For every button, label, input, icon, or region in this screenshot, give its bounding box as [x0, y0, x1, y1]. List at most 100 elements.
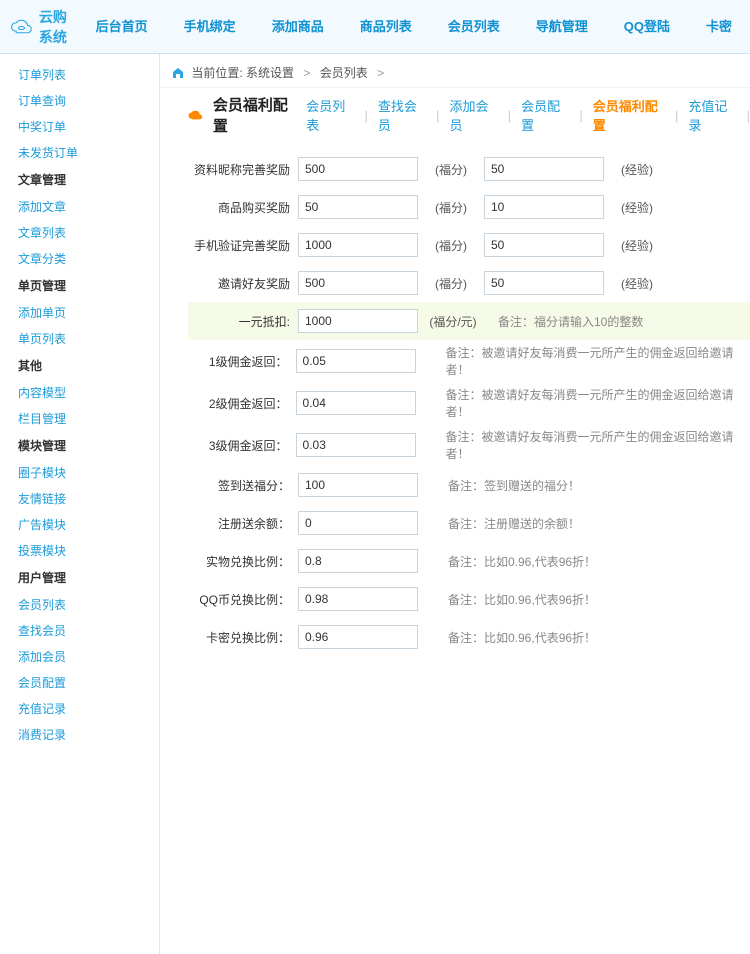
sidebar-item[interactable]: 会员列表	[18, 592, 159, 618]
input-value[interactable]	[298, 473, 418, 497]
topnav-item[interactable]: 导航管理	[518, 0, 606, 54]
sidebar-item[interactable]: 会员配置	[18, 670, 159, 696]
sidebar-category: 用户管理	[18, 564, 159, 592]
field-label: 1级佣金返回：	[188, 353, 296, 370]
field-note: 备注：注册赠送的余额！	[418, 515, 580, 532]
sidebar-item[interactable]: 单页列表	[18, 326, 159, 352]
unit-label: (经验)	[604, 199, 670, 216]
field-note: 备注：比如0.96,代表96折！	[418, 629, 596, 646]
input-value[interactable]	[298, 549, 418, 573]
input-fufen[interactable]	[298, 233, 418, 257]
input-jingyan[interactable]	[484, 157, 604, 181]
input-value[interactable]	[298, 511, 418, 535]
input-dikou[interactable]	[298, 309, 418, 333]
sidebar-item[interactable]: 文章分类	[18, 246, 159, 272]
field-note: 备注：签到赠送的福分！	[418, 477, 580, 494]
field-note: 备注：福分请输入10的整数	[488, 313, 643, 330]
field-label: 手机验证完善奖励	[188, 237, 298, 254]
top-nav: 后台首页手机绑定添加商品商品列表会员列表导航管理QQ登陆卡密	[78, 0, 750, 54]
topnav-item[interactable]: 会员列表	[430, 0, 518, 54]
main: 当前位置: 系统设置 > 会员列表 > 会员福利配置 会员列表|查找会员|添加会…	[160, 54, 750, 954]
panel-title: 会员福利配置	[213, 94, 296, 136]
panel-tab[interactable]: 充值记录	[688, 96, 736, 134]
sidebar-item[interactable]: 投票模块	[18, 538, 159, 564]
sidebar-category: 其他	[18, 352, 159, 380]
field-label: 签到送福分：	[188, 477, 298, 494]
unit-label: (福分)	[418, 275, 484, 292]
panel-tabs: 会员福利配置 会员列表|查找会员|添加会员|会员配置|会员福利配置|充值记录|	[188, 88, 750, 144]
form-row: 商品购买奖励(福分)(经验)	[188, 188, 750, 226]
form-row: 签到送福分： 备注：签到赠送的福分！	[188, 466, 750, 504]
field-label: QQ币兑换比例：	[188, 591, 298, 608]
form-row: 卡密兑换比例： 备注：比如0.96,代表96折！	[188, 618, 750, 656]
form-row: 手机验证完善奖励(福分)(经验)	[188, 226, 750, 264]
field-note: 备注：被邀请好友每消费一元所产生的佣金返回给邀请者！	[416, 386, 750, 420]
input-value[interactable]	[298, 587, 418, 611]
sidebar-item[interactable]: 广告模块	[18, 512, 159, 538]
input-jingyan[interactable]	[484, 195, 604, 219]
form-row: 2级佣金返回：备注：被邀请好友每消费一元所产生的佣金返回给邀请者！	[188, 382, 750, 424]
sidebar-item[interactable]: 友情链接	[18, 486, 159, 512]
panel-tab[interactable]: 会员配置	[521, 96, 569, 134]
form-row: 邀请好友奖励 (福分) (经验)	[188, 264, 750, 302]
form: 资料昵称完善奖励(福分)(经验)商品购买奖励(福分)(经验)手机验证完善奖励(福…	[188, 144, 750, 696]
sidebar-item[interactable]: 添加单页	[18, 300, 159, 326]
form-row: 3级佣金返回：备注：被邀请好友每消费一元所产生的佣金返回给邀请者！	[188, 424, 750, 466]
panel-tab[interactable]: 添加会员	[449, 96, 497, 134]
input-fufen[interactable]	[298, 157, 418, 181]
sidebar-category: 模块管理	[18, 432, 159, 460]
panel-tab[interactable]: 会员福利配置	[593, 96, 665, 134]
input-value[interactable]	[296, 433, 416, 457]
input-fufen[interactable]	[298, 271, 418, 295]
cloud-orange-icon	[188, 109, 203, 121]
sidebar-item[interactable]: 订单查询	[18, 88, 159, 114]
field-label: 3级佣金返回：	[188, 437, 296, 454]
topnav-item[interactable]: 手机绑定	[166, 0, 254, 54]
input-jingyan[interactable]	[484, 271, 604, 295]
topnav-item[interactable]: 商品列表	[342, 0, 430, 54]
unit-label: (福分)	[418, 199, 484, 216]
sidebar-item[interactable]: 添加会员	[18, 644, 159, 670]
sidebar-item[interactable]: 充值记录	[18, 696, 159, 722]
input-jingyan[interactable]	[484, 233, 604, 257]
input-value[interactable]	[296, 349, 416, 373]
form-row: 资料昵称完善奖励(福分)(经验)	[188, 150, 750, 188]
field-label: 实物兑换比例：	[188, 553, 298, 570]
unit-label: (经验)	[604, 275, 670, 292]
sidebar: 订单列表订单查询中奖订单未发货订单文章管理添加文章文章列表文章分类单页管理添加单…	[0, 54, 160, 954]
sidebar-item[interactable]: 查找会员	[18, 618, 159, 644]
unit-label: (福分)	[418, 161, 484, 178]
sidebar-item[interactable]: 圈子模块	[18, 460, 159, 486]
sidebar-item[interactable]: 未发货订单	[18, 140, 159, 166]
form-row-highlight: 一元抵扣:(福分/元)备注：福分请输入10的整数	[188, 302, 750, 340]
form-row: QQ币兑换比例： 备注：比如0.96,代表96折！	[188, 580, 750, 618]
input-value[interactable]	[296, 391, 416, 415]
sidebar-item[interactable]: 订单列表	[18, 62, 159, 88]
topnav-item[interactable]: 添加商品	[254, 0, 342, 54]
form-row: 注册送余额： 备注：注册赠送的余额！	[188, 504, 750, 542]
field-label: 邀请好友奖励	[188, 275, 298, 292]
cloud-icon	[10, 16, 35, 38]
panel-tab[interactable]: 查找会员	[378, 96, 426, 134]
input-value[interactable]	[298, 625, 418, 649]
sidebar-item[interactable]: 消费记录	[18, 722, 159, 748]
topnav-item[interactable]: 后台首页	[78, 0, 166, 54]
logo-text: 云购系统	[39, 7, 78, 47]
field-note: 备注：被邀请好友每消费一元所产生的佣金返回给邀请者！	[416, 344, 750, 378]
topnav-item[interactable]: 卡密	[688, 0, 750, 54]
crumb-link-a[interactable]: 系统设置	[246, 66, 294, 80]
topnav-item[interactable]: QQ登陆	[606, 0, 688, 54]
sidebar-item[interactable]: 添加文章	[18, 194, 159, 220]
panel-tab[interactable]: 会员列表	[306, 96, 354, 134]
sidebar-item[interactable]: 中奖订单	[18, 114, 159, 140]
sidebar-item[interactable]: 栏目管理	[18, 406, 159, 432]
crumb-link-b[interactable]: 会员列表	[320, 66, 368, 80]
unit-label: (经验)	[604, 161, 670, 178]
field-label: 注册送余额：	[188, 515, 298, 532]
field-label: 卡密兑换比例：	[188, 629, 298, 646]
field-note: 备注：比如0.96,代表96折！	[418, 591, 596, 608]
logo: 云购系统	[10, 7, 78, 47]
sidebar-item[interactable]: 文章列表	[18, 220, 159, 246]
sidebar-item[interactable]: 内容模型	[18, 380, 159, 406]
input-fufen[interactable]	[298, 195, 418, 219]
